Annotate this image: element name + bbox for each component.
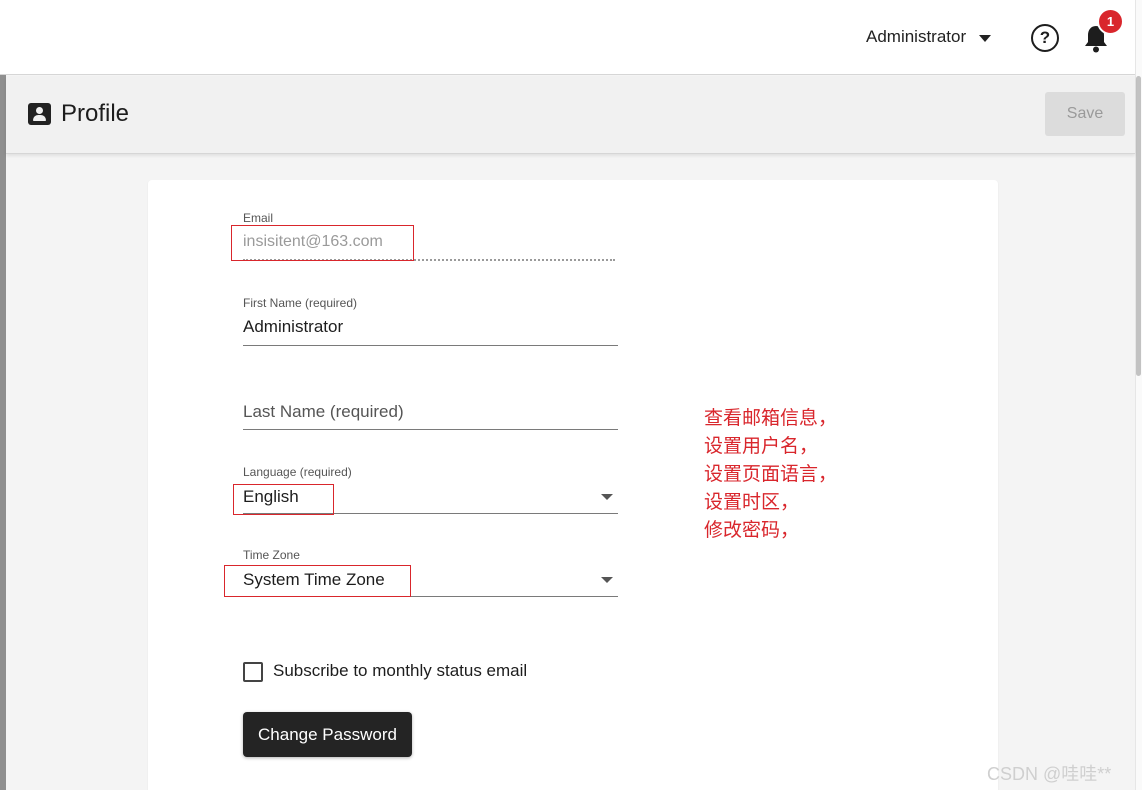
language-label: Language (required) [243, 465, 352, 479]
language-dropdown-icon[interactable] [601, 494, 613, 500]
annotation-text: 查看邮箱信息， 设置用户名， 设置页面语言， 设置时区， 修改密码， [704, 404, 837, 544]
subscribe-label: Subscribe to monthly status email [273, 661, 528, 680]
last-name-underline [243, 429, 618, 430]
page-header [6, 76, 1135, 154]
annotation-line: 设置时区， [704, 491, 800, 513]
annotation-box-language [233, 484, 334, 515]
caret-down-icon [979, 34, 992, 42]
annotation-box-time-zone [224, 565, 411, 597]
user-menu[interactable]: Administrator [866, 24, 992, 50]
page-title: Profile [61, 100, 130, 127]
first-name-underline [243, 345, 618, 346]
time-zone-dropdown-icon[interactable] [601, 577, 613, 583]
annotation-line: 设置用户名， [704, 435, 819, 457]
user-name: Administrator [866, 27, 967, 46]
subscribe-checkbox[interactable] [243, 662, 263, 682]
notification-badge: 1 [1097, 8, 1124, 35]
watermark: CSDN @哇哇** [987, 764, 1112, 784]
annotation-line: 查看邮箱信息， [704, 407, 838, 429]
scrollbar-thumb[interactable] [1136, 76, 1141, 376]
save-button[interactable]: Save [1045, 92, 1125, 136]
email-label: Email [243, 211, 274, 225]
left-rail [0, 75, 6, 790]
time-zone-label: Time Zone [243, 548, 300, 562]
first-name-label: First Name (required) [243, 296, 358, 310]
help-icon[interactable]: ? [1031, 24, 1059, 52]
profile-icon [28, 103, 51, 125]
first-name-field[interactable]: Administrator [243, 317, 343, 337]
annotation-line: 修改密码， [704, 519, 800, 541]
annotation-line: 设置页面语言， [704, 463, 838, 485]
annotation-box-email [231, 225, 414, 261]
last-name-field[interactable]: Last Name (required) [243, 402, 404, 422]
change-password-button[interactable]: Change Password [243, 712, 412, 757]
